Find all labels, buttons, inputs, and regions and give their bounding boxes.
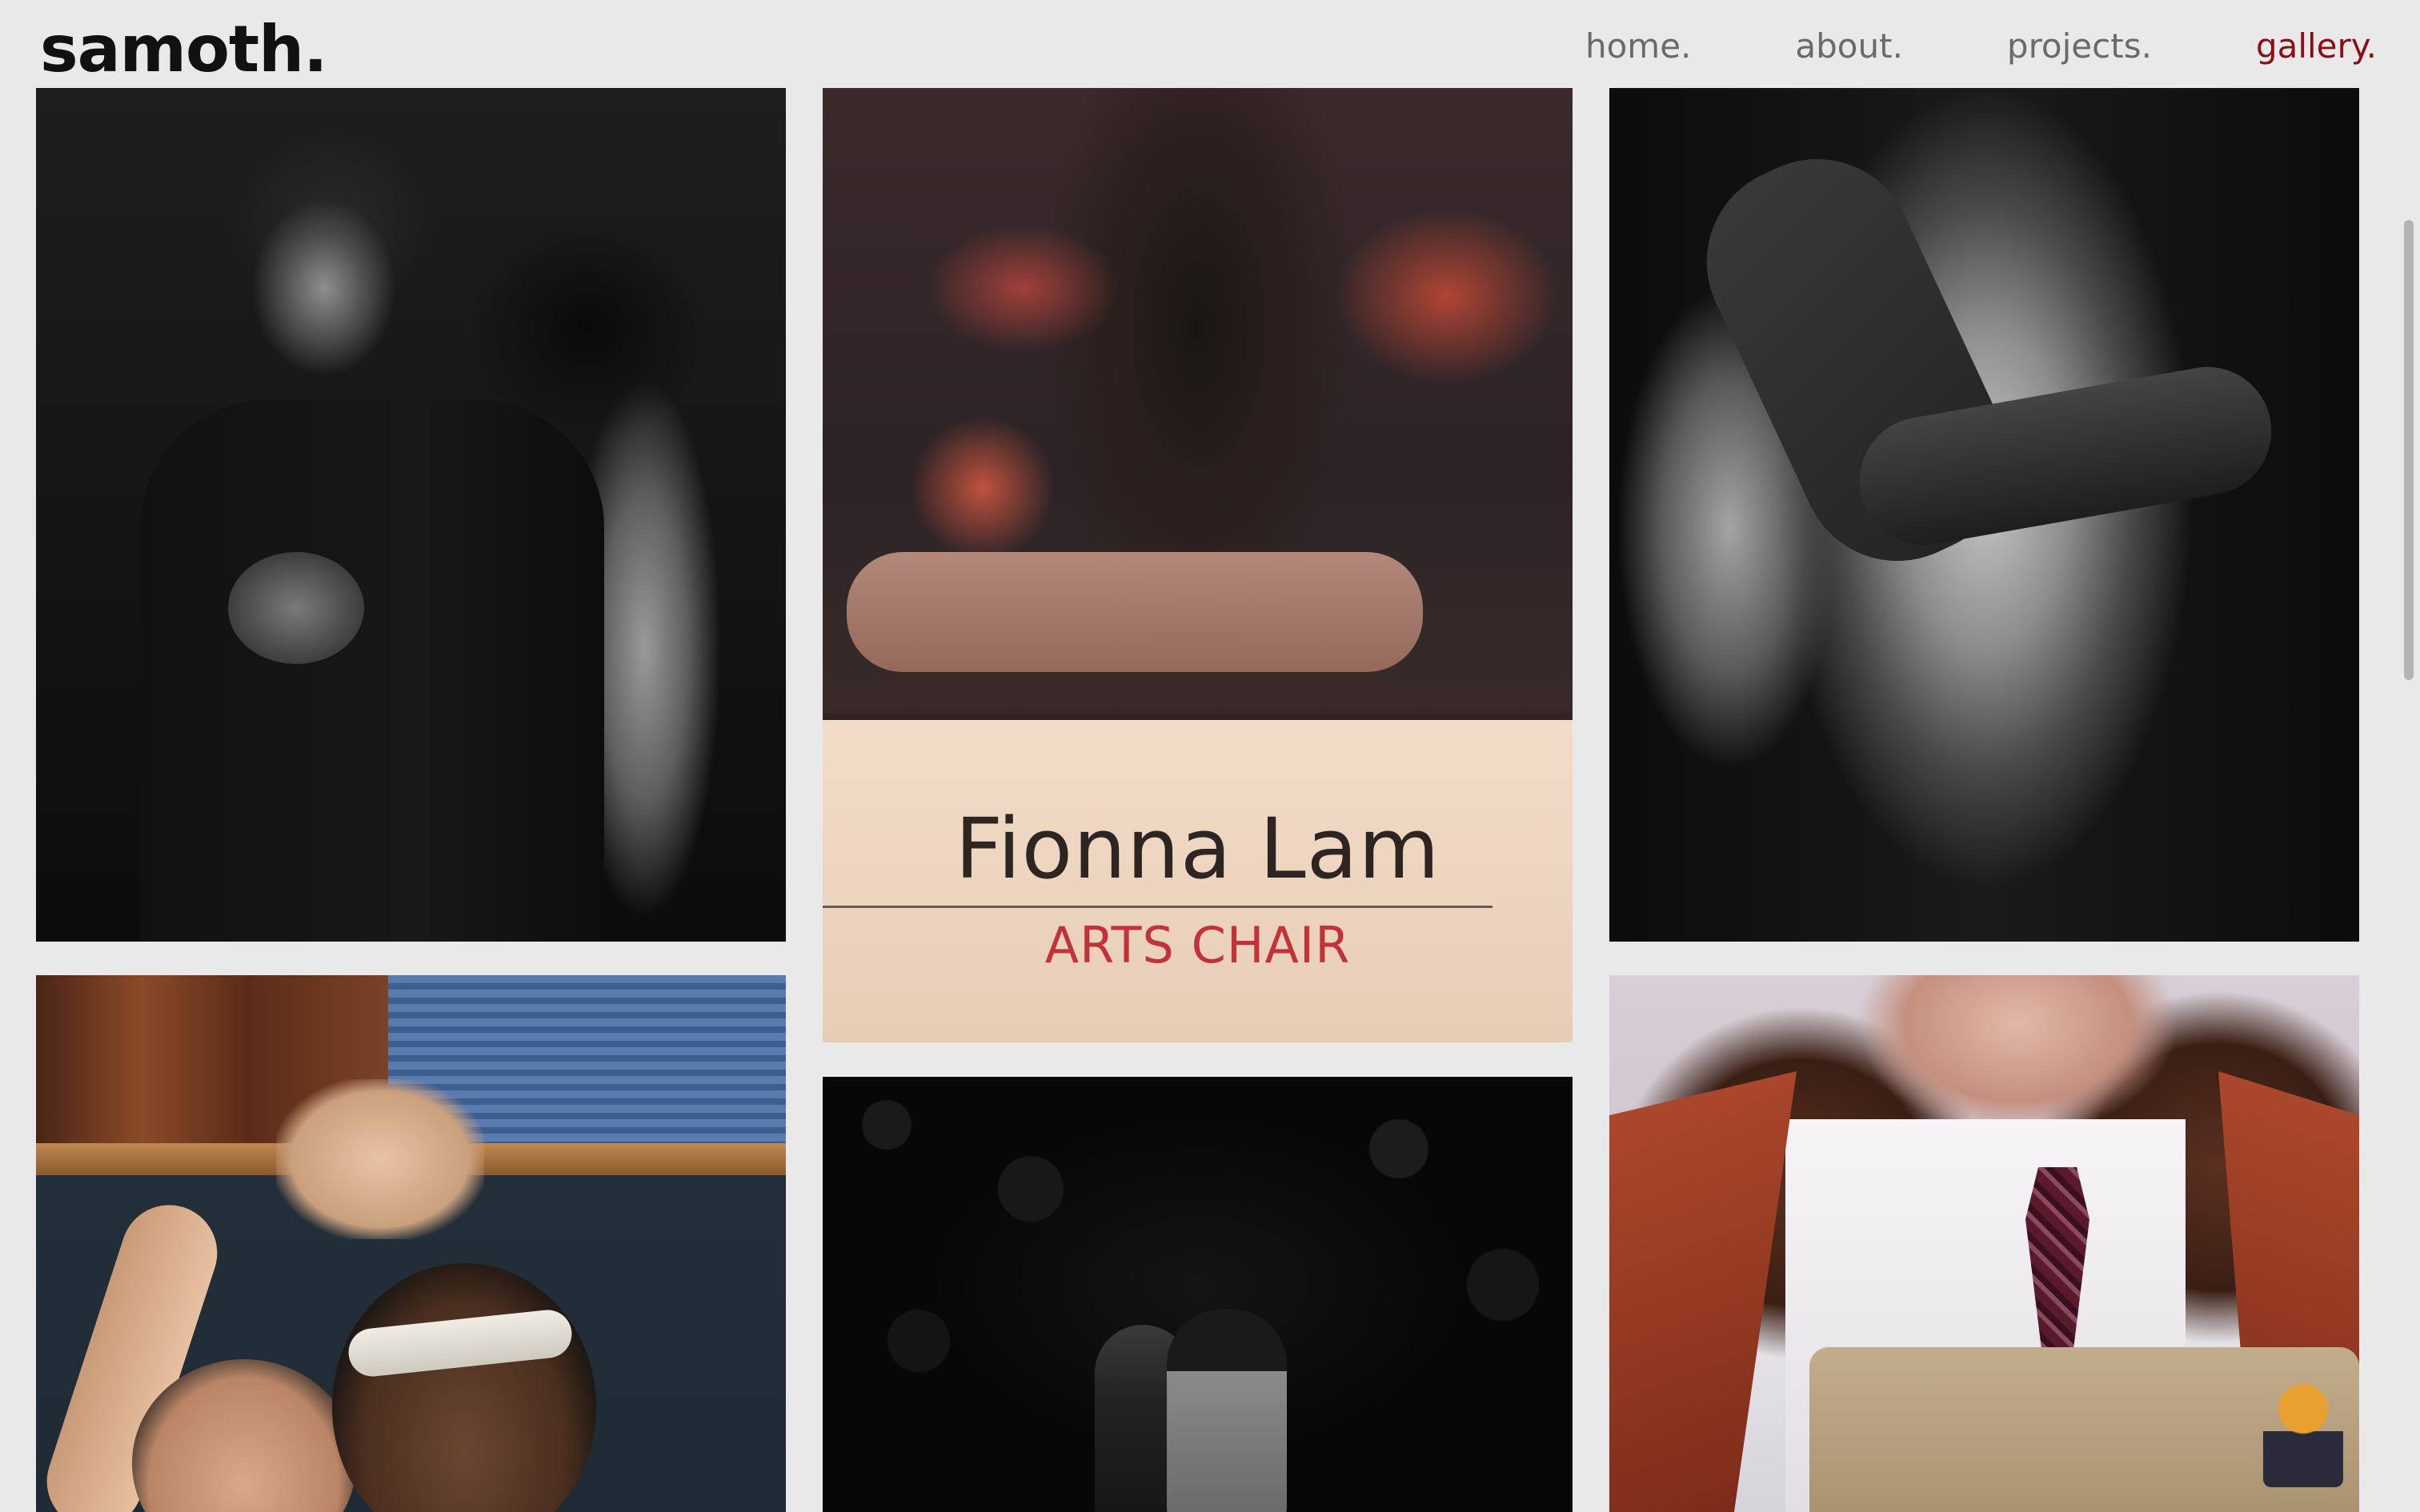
- photo-detail: [228, 552, 364, 664]
- name-card: Fionna Lam ARTS CHAIR: [823, 720, 1573, 1042]
- nav-home[interactable]: home.: [1585, 19, 1691, 74]
- photo-figure: [1167, 1309, 1287, 1512]
- photo-detail: [276, 1079, 484, 1239]
- gallery-photo[interactable]: [36, 975, 786, 1512]
- nav-gallery[interactable]: gallery.: [2256, 19, 2377, 74]
- photo-figure: [140, 400, 604, 942]
- photo-figure: [332, 1263, 596, 1512]
- name-card-divider: [823, 906, 1492, 908]
- name-card-name: Fionna Lam: [955, 800, 1440, 898]
- nav-about[interactable]: about.: [1795, 19, 1903, 74]
- scrollbar-thumb[interactable]: [2404, 220, 2414, 680]
- name-card-role: ARTS CHAIR: [1044, 916, 1351, 974]
- gallery-photo[interactable]: [36, 88, 786, 942]
- site-header: samoth. home. about. projects. gallery.: [0, 0, 2420, 88]
- gallery-photo[interactable]: [823, 1077, 1573, 1512]
- nav-projects[interactable]: projects.: [2007, 19, 2152, 74]
- laptop-sticker: [2263, 1375, 2343, 1487]
- gallery-photo[interactable]: [1609, 88, 2359, 942]
- site-logo[interactable]: samoth.: [40, 11, 328, 88]
- gallery-photo[interactable]: [1609, 975, 2359, 1512]
- scrollbar[interactable]: [2401, 88, 2420, 1512]
- main-nav: home. about. projects. gallery.: [1481, 19, 2377, 74]
- gallery-photo[interactable]: Fionna Lam ARTS CHAIR: [823, 88, 1573, 1042]
- photo-figure: [847, 552, 1423, 672]
